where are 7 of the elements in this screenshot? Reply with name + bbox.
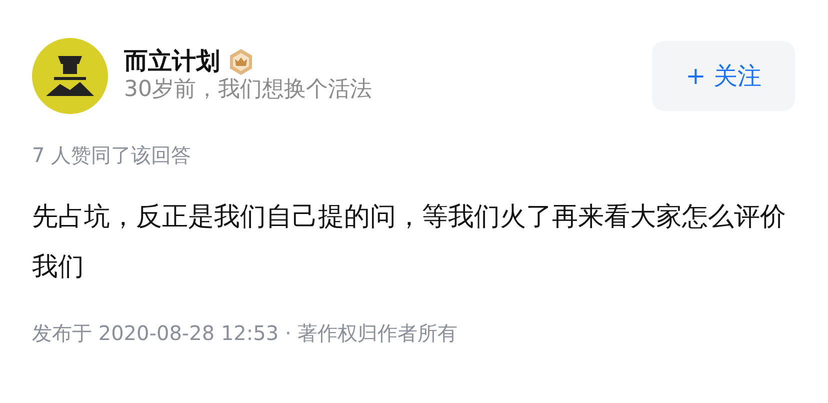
author-bio: 30岁前，我们想换个活法 xyxy=(124,76,373,104)
crown-badge-icon xyxy=(228,48,254,76)
upvote-summary: 7 人赞同了该回答 xyxy=(32,142,192,169)
answer-text: 先占坑，反正是我们自己提的问，等我们火了再来看大家怎么评价我们 xyxy=(32,201,787,284)
author-name[interactable]: 而立计划 xyxy=(124,47,220,76)
follow-button[interactable]: + 关注 xyxy=(652,41,795,111)
publish-info: 发布于 2020-08-28 12:53 · 著作权归作者所有 xyxy=(32,320,459,347)
